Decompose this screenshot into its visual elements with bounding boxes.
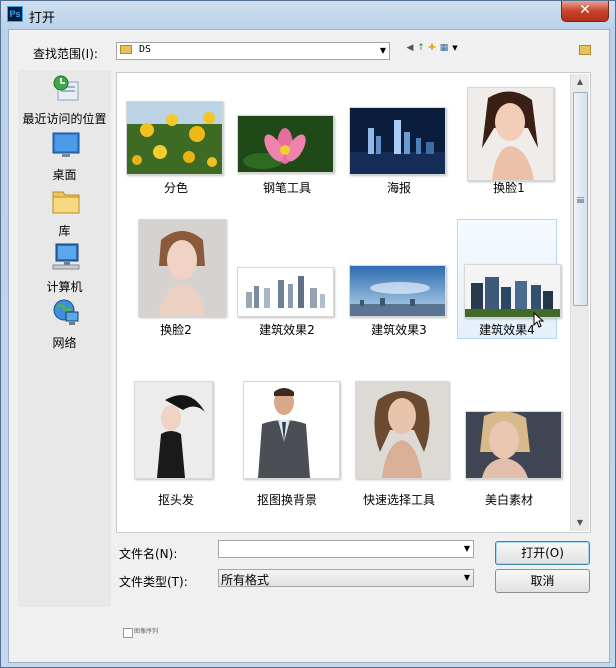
folder-icon xyxy=(120,45,132,54)
buildings-thumbnail xyxy=(464,264,561,318)
file-name-label: 快速选择工具 xyxy=(362,493,435,507)
curly-hair-woman-thumbnail xyxy=(355,381,449,479)
file-name-input[interactable]: ▼ xyxy=(218,540,474,558)
file-name-label-text: 文件名(N): xyxy=(119,547,178,561)
cancel-button[interactable]: 取消 xyxy=(495,569,590,593)
file-item[interactable]: 抠头发 xyxy=(126,381,226,507)
place-label: 计算机 xyxy=(46,280,83,294)
window-title: 打开 xyxy=(29,11,56,26)
network-icon xyxy=(53,299,79,325)
image-sequence-label: 图像序列 xyxy=(134,628,159,635)
file-name-label: 换脸1 xyxy=(493,181,525,195)
file-item[interactable]: 建筑效果2 xyxy=(237,219,337,339)
file-name-label: 建筑效果3 xyxy=(371,323,427,337)
file-name-label: 分色 xyxy=(163,181,188,195)
open-button[interactable]: 打开(O) xyxy=(495,541,590,565)
image-sequence-checkbox[interactable] xyxy=(123,628,133,638)
file-item[interactable]: 抠图换背景 xyxy=(237,381,340,507)
look-in-label: 查找范围(I): xyxy=(33,47,98,61)
blonde-woman-thumbnail xyxy=(465,411,562,479)
scroll-down-arrow-icon[interactable]: ▼ xyxy=(571,515,589,531)
mouse-cursor-icon xyxy=(533,312,545,328)
file-name-label: 钢笔工具 xyxy=(262,181,311,195)
skyline-blue-thumbnail xyxy=(349,265,446,317)
file-name-label: 抠头发 xyxy=(157,493,194,507)
grip-icon xyxy=(577,197,584,199)
place-label: 最近访问的位置 xyxy=(22,112,107,126)
skyline-white-thumbnail xyxy=(237,267,334,317)
up-folder-icon[interactable]: ↑ xyxy=(416,43,426,53)
close-button[interactable]: ✕ xyxy=(561,1,609,22)
file-name-label: 建筑效果4 xyxy=(479,323,535,337)
file-type-label: 文件类型(T): xyxy=(119,575,188,589)
file-name-label: 海报 xyxy=(386,181,411,195)
file-type-select[interactable]: 所有格式 ▼ xyxy=(218,569,474,587)
scrollbar-thumb[interactable] xyxy=(573,92,588,306)
file-item[interactable]: 快速选择工具 xyxy=(349,381,449,507)
place-label: 库 xyxy=(58,224,71,238)
girl-portrait-thumbnail xyxy=(138,219,226,317)
file-list[interactable]: 分色 钢笔工具 海报 换脸1 换脸2 建筑效果2 建筑效果3 建筑效果4 抠头发… xyxy=(116,72,591,533)
open-dialog-window: Ps 打开 ✕ 查找范围(I): DS ▼ ◀ ↑ ✚ ▦ ▼ 最近访问的位置 … xyxy=(0,0,616,668)
look-in-value: DS xyxy=(139,44,152,55)
file-item[interactable]: 钢笔工具 xyxy=(237,87,337,207)
place-desktop[interactable]: 桌面 xyxy=(18,130,111,182)
look-in-combo[interactable]: DS ▼ xyxy=(116,42,390,60)
woman-portrait-thumbnail xyxy=(467,87,554,181)
chevron-down-icon[interactable]: ▼ xyxy=(380,43,386,59)
places-bar: 最近访问的位置 桌面 库 计算机 网络 xyxy=(18,70,111,607)
back-icon[interactable]: ◀ xyxy=(405,43,415,53)
file-name-label: 美白素材 xyxy=(484,493,533,507)
file-name-label: 建筑效果2 xyxy=(259,323,315,337)
file-item[interactable]: 建筑效果3 xyxy=(349,219,449,339)
file-name-label: 换脸2 xyxy=(160,323,192,337)
flower-thumbnail xyxy=(126,101,223,175)
view-menu-icon[interactable]: ▦ xyxy=(439,43,449,53)
place-recent[interactable]: 最近访问的位置 xyxy=(18,74,111,126)
place-libraries[interactable]: 库 xyxy=(18,186,111,238)
file-type-value: 所有格式 xyxy=(221,573,270,587)
place-label: 桌面 xyxy=(52,168,77,182)
hair-woman-thumbnail xyxy=(134,381,213,479)
scroll-up-arrow-icon[interactable]: ▲ xyxy=(571,74,589,90)
libraries-icon xyxy=(52,191,80,214)
file-item[interactable]: 海报 xyxy=(349,87,449,207)
view-dropdown-chevron-icon[interactable]: ▼ xyxy=(450,43,460,53)
file-name-label: 抠图换背景 xyxy=(256,493,317,507)
lotus-thumbnail xyxy=(237,115,334,173)
desktop-icon xyxy=(52,132,80,157)
title-bar[interactable]: Ps 打开 ✕ xyxy=(1,1,615,29)
new-folder-icon[interactable]: ✚ xyxy=(427,43,437,53)
chevron-down-icon[interactable]: ▼ xyxy=(464,570,470,586)
file-item-selected[interactable]: 建筑效果4 xyxy=(457,219,561,339)
place-computer[interactable]: 计算机 xyxy=(18,242,111,294)
place-network[interactable]: 网络 xyxy=(18,298,111,350)
vertical-scrollbar[interactable]: ▲ ▼ xyxy=(570,74,589,531)
city-night-thumbnail xyxy=(349,107,446,175)
file-item[interactable]: 分色 xyxy=(126,87,226,207)
chevron-down-icon[interactable]: ▼ xyxy=(464,541,470,557)
place-label: 网络 xyxy=(52,336,77,350)
businessman-thumbnail xyxy=(243,381,340,479)
photoshop-app-icon: Ps xyxy=(7,6,23,22)
file-item[interactable]: 换脸2 xyxy=(126,219,226,339)
file-item[interactable]: 美白素材 xyxy=(459,381,562,507)
recent-places-icon xyxy=(53,75,79,101)
file-item[interactable]: 换脸1 xyxy=(459,87,559,207)
dialog-client-area: 查找范围(I): DS ▼ ◀ ↑ ✚ ▦ ▼ 最近访问的位置 桌面 库 计算机… xyxy=(8,29,610,663)
computer-icon xyxy=(52,243,80,270)
folder-shortcut-icon[interactable] xyxy=(579,45,591,55)
